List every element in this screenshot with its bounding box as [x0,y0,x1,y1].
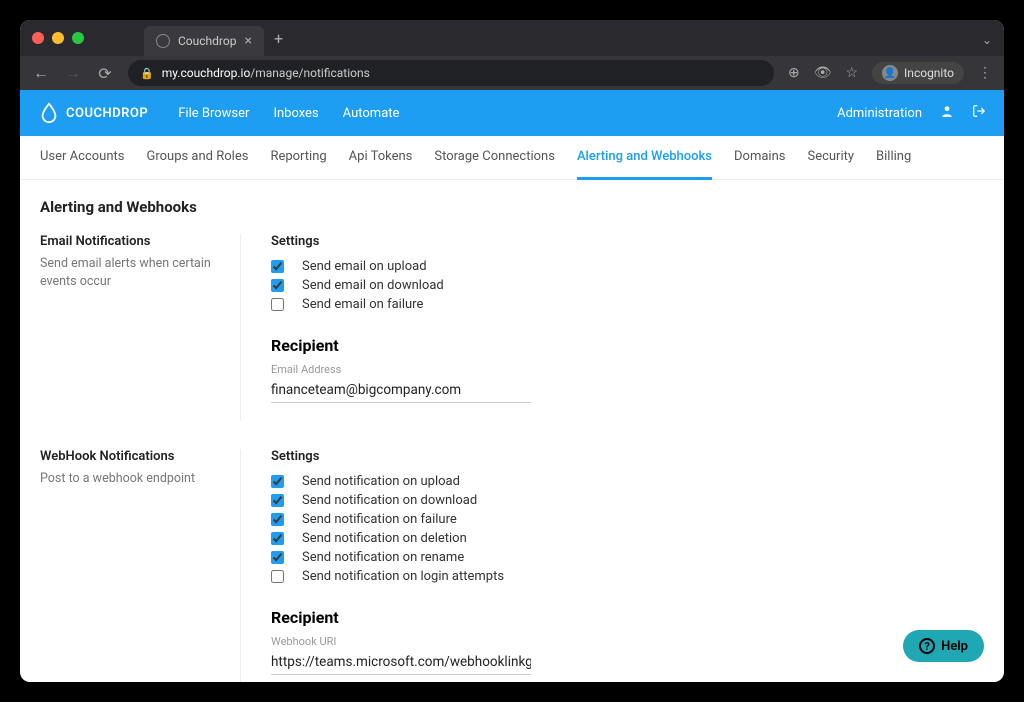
webhook-checkbox[interactable] [271,475,284,488]
subnav-reporting[interactable]: Reporting [270,137,326,180]
subnav-groups-roles[interactable]: Groups and Roles [146,137,248,180]
subnav-security[interactable]: Security [807,137,854,180]
webhook-option-row[interactable]: Send notification on upload [271,474,984,489]
email-field-label: Email Address [271,363,984,376]
webhook-notifications-section: WebHook Notifications Post to a webhook … [40,449,984,682]
globe-icon [156,34,170,48]
subnav-api-tokens[interactable]: Api Tokens [349,137,413,180]
webhook-option-label: Send notification on rename [302,550,464,565]
tab-title: Couchdrop [178,34,236,48]
tab-strip: Couchdrop × + [144,20,283,56]
brand-text: COUCHDROP [66,106,148,121]
chevron-down-icon[interactable]: ⌄ [982,33,992,47]
email-section-heading: Email Notifications [40,234,220,249]
webhook-option-label: Send notification on login attempts [302,569,504,584]
nav-automate[interactable]: Automate [343,106,400,121]
recipient-label: Recipient [271,336,984,355]
webhook-option-label: Send notification on deletion [302,531,467,546]
webhook-option-label: Send notification on failure [302,512,457,527]
webhook-checkbox[interactable] [271,532,284,545]
webhook-option-label: Send notification on download [302,493,477,508]
incognito-icon: 👤 [882,65,898,81]
incognito-label: Incognito [904,66,954,80]
section-settings: Settings Send notification on upload Send… [240,449,984,682]
minimize-window-button[interactable] [52,32,64,44]
webhook-option-row[interactable]: Send notification on failure [271,512,984,527]
subnav-user-accounts[interactable]: User Accounts [40,137,124,180]
maximize-window-button[interactable] [72,32,84,44]
browser-toolbar: ← → ⟳ 🔒 my.couchdrop.io/manage/notificat… [20,56,1004,90]
nav-file-browser[interactable]: File Browser [178,106,249,121]
recipient-label: Recipient [271,608,984,627]
webhook-section-description: Post to a webhook endpoint [40,470,220,488]
webhook-uri-input[interactable] [271,650,531,675]
email-option-row[interactable]: Send email on failure [271,297,984,312]
nav-inboxes[interactable]: Inboxes [273,106,318,121]
forward-button[interactable]: → [64,63,82,83]
settings-label: Settings [271,234,984,249]
email-checkbox[interactable] [271,260,284,273]
user-icon[interactable] [940,104,954,122]
titlebar-right: ⌄ [982,29,992,48]
email-checkbox[interactable] [271,279,284,292]
email-checkbox[interactable] [271,298,284,311]
settings-label: Settings [271,449,984,464]
subnav-billing[interactable]: Billing [876,137,911,180]
titlebar: Couchdrop × + ⌄ [20,20,1004,56]
subnav-storage-connections[interactable]: Storage Connections [434,137,555,180]
webhook-option-row[interactable]: Send notification on deletion [271,531,984,546]
url-text: my.couchdrop.io/manage/notifications [162,66,370,80]
header-right: Administration [837,104,986,122]
help-icon: ? [919,638,935,654]
email-option-label: Send email on upload [302,259,427,274]
webhook-option-row[interactable]: Send notification on login attempts [271,569,984,584]
subnav: User Accounts Groups and Roles Reporting… [20,136,1004,180]
logout-icon[interactable] [972,104,986,122]
page-content: Alerting and Webhooks Email Notification… [20,180,1004,682]
webhook-checkbox[interactable] [271,570,284,583]
email-section-description: Send email alerts when certain events oc… [40,255,220,290]
reload-button[interactable]: ⟳ [96,64,114,83]
eye-off-icon[interactable]: 👁 [814,65,832,81]
brand-logo[interactable]: COUCHDROP [38,102,148,124]
browser-tab[interactable]: Couchdrop × [144,26,264,56]
app-header: COUCHDROP File Browser Inboxes Automate … [20,90,1004,136]
drop-icon [38,102,60,124]
email-option-label: Send email on failure [302,297,423,312]
star-icon[interactable]: ☆ [845,65,858,81]
webhook-checkbox[interactable] [271,551,284,564]
administration-link[interactable]: Administration [837,106,922,121]
incognito-badge[interactable]: 👤 Incognito [872,62,964,84]
email-address-input[interactable] [271,378,531,403]
webhook-section-heading: WebHook Notifications [40,449,220,464]
section-settings: Settings Send email on upload Send email … [240,234,984,421]
email-option-row[interactable]: Send email on download [271,278,984,293]
section-description: WebHook Notifications Post to a webhook … [40,449,240,682]
webhook-option-label: Send notification on upload [302,474,460,489]
email-option-row[interactable]: Send email on upload [271,259,984,274]
subnav-alerting-webhooks[interactable]: Alerting and Webhooks [577,137,712,180]
webhook-checkbox[interactable] [271,513,284,526]
close-window-button[interactable] [32,32,44,44]
email-notifications-section: Email Notifications Send email alerts wh… [40,234,984,421]
email-option-label: Send email on download [302,278,444,293]
webhook-option-row[interactable]: Send notification on rename [271,550,984,565]
new-tab-button[interactable]: + [274,29,283,48]
webhook-option-row[interactable]: Send notification on download [271,493,984,508]
close-tab-icon[interactable]: × [244,33,251,49]
url-bar[interactable]: 🔒 my.couchdrop.io/manage/notifications [128,60,774,86]
zoom-icon[interactable]: ⊕ [788,65,800,81]
help-label: Help [941,639,968,654]
section-description: Email Notifications Send email alerts wh… [40,234,240,421]
webhook-checkbox[interactable] [271,494,284,507]
webhook-field-label: Webhook URI [271,635,984,648]
subnav-domains[interactable]: Domains [734,137,785,180]
page-title: Alerting and Webhooks [40,198,984,216]
traffic-lights [32,32,84,44]
lock-icon: 🔒 [140,67,154,80]
back-button[interactable]: ← [32,63,50,83]
menu-icon[interactable]: ⋮ [978,65,992,81]
browser-window: Couchdrop × + ⌄ ← → ⟳ 🔒 my.couchdrop.io/… [20,20,1004,682]
help-button[interactable]: ? Help [903,630,984,662]
